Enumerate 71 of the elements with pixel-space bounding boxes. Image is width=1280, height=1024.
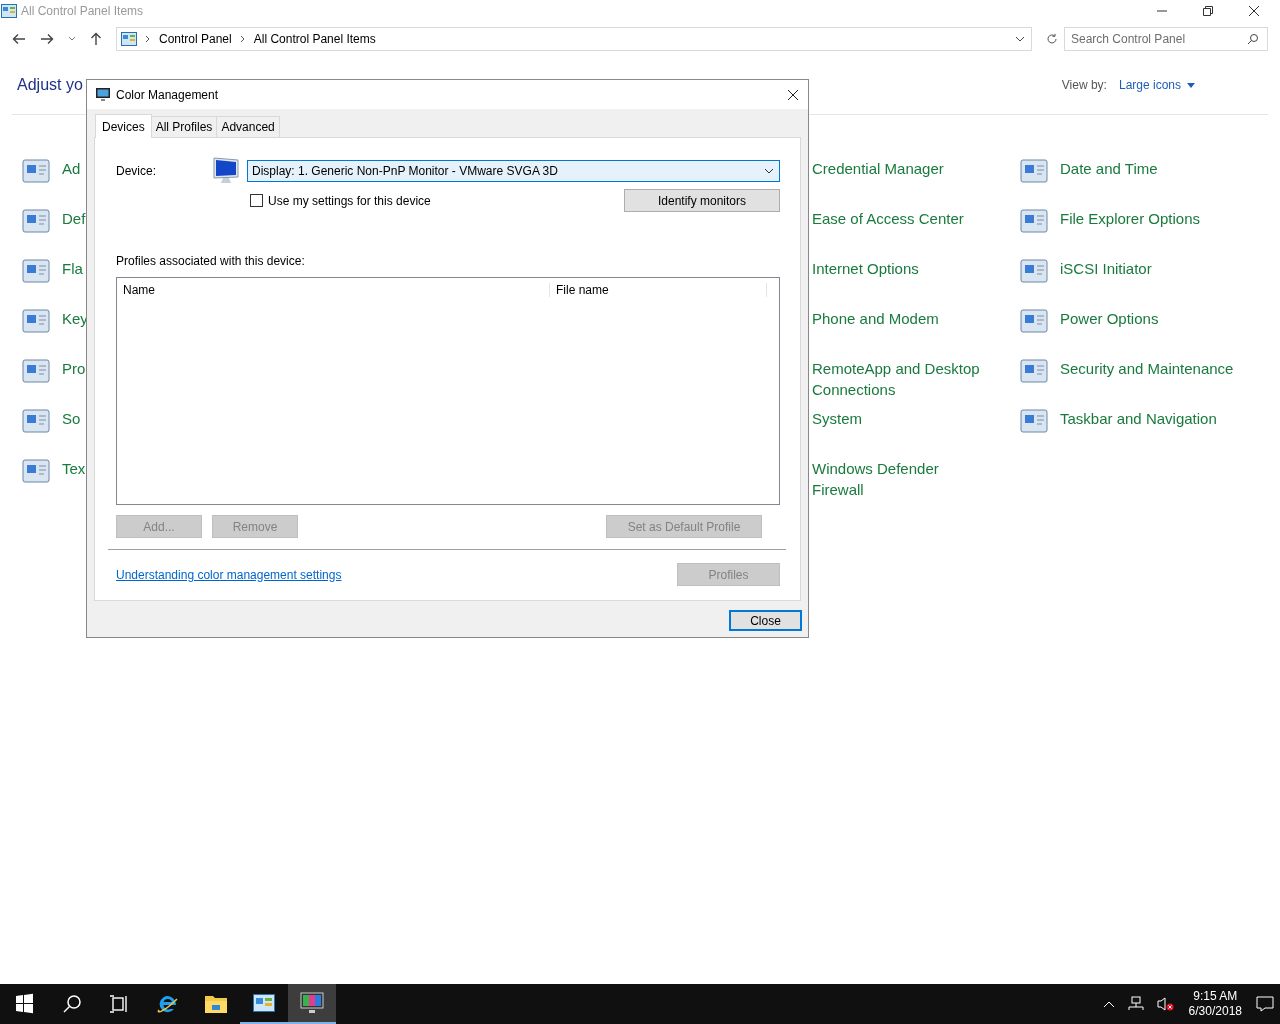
device-label: Device: bbox=[116, 164, 157, 178]
help-link[interactable]: Understanding color management settings bbox=[116, 567, 342, 582]
view-by-dropdown[interactable]: Large icons bbox=[1118, 78, 1181, 92]
applet-link[interactable]: Windows Defender Firewall bbox=[812, 458, 990, 500]
applet-link[interactable]: Def bbox=[62, 208, 86, 229]
applet-link[interactable]: iSCSI Initiator bbox=[1060, 258, 1152, 279]
search-input[interactable]: Search Control Panel bbox=[1065, 31, 1247, 47]
applet-link[interactable]: Credential Manager bbox=[812, 158, 990, 179]
applet-link[interactable]: RemoteApp and Desktop Connections bbox=[812, 358, 990, 400]
monitor-icon bbox=[211, 156, 241, 186]
applet-link[interactable]: Power Options bbox=[1060, 308, 1159, 329]
applet-link[interactable]: Fla bbox=[62, 258, 83, 279]
chevron-down-icon bbox=[764, 168, 774, 174]
applet-link[interactable]: So bbox=[62, 408, 81, 429]
caret-icon[interactable] bbox=[1187, 82, 1195, 88]
applet-link[interactable]: Taskbar and Navigation bbox=[1060, 408, 1217, 429]
chevron-right-icon bbox=[145, 35, 151, 43]
control-panel-icon bbox=[253, 994, 275, 1012]
up-arrow-icon[interactable] bbox=[90, 32, 102, 46]
window-title: All Control Panel Items bbox=[21, 4, 144, 18]
applet-link[interactable]: Date and Time bbox=[1060, 158, 1158, 179]
search-field[interactable]: Search Control Panel bbox=[1064, 27, 1268, 51]
applet-link[interactable]: Key bbox=[62, 308, 88, 329]
identify-monitors-button[interactable]: Identify monitors bbox=[624, 189, 780, 212]
clock-date[interactable]: 6/30/2018 bbox=[1188, 1004, 1242, 1019]
tab[interactable]: Devices bbox=[95, 114, 152, 138]
back-arrow-icon[interactable] bbox=[12, 33, 26, 45]
folder-icon bbox=[204, 993, 228, 1015]
applet-link[interactable]: Ease of Access Center bbox=[812, 208, 990, 229]
restore-icon[interactable] bbox=[1202, 5, 1214, 17]
close-icon[interactable] bbox=[787, 88, 799, 101]
close-icon[interactable] bbox=[1248, 5, 1260, 17]
applet-link[interactable]: Security and Maintenance bbox=[1060, 358, 1234, 379]
dialog-title: Color Management bbox=[116, 87, 219, 102]
column-header[interactable]: File name bbox=[550, 283, 767, 297]
applet-link[interactable]: Internet Options bbox=[812, 258, 990, 279]
breadcrumb[interactable]: All Control Panel Items bbox=[253, 32, 376, 46]
profiles-label: Profiles associated with this device: bbox=[116, 254, 306, 268]
checkbox-label[interactable]: Use my settings for this device bbox=[268, 193, 431, 208]
applet-link[interactable]: Pro bbox=[62, 358, 86, 379]
refresh-icon[interactable] bbox=[1046, 33, 1058, 45]
chevron-up-icon[interactable] bbox=[1102, 1000, 1115, 1008]
applet-link[interactable]: Ad bbox=[62, 158, 81, 179]
control-panel-icon bbox=[1, 4, 17, 18]
monitor-icon bbox=[95, 86, 111, 103]
chevron-down-icon[interactable] bbox=[68, 36, 76, 42]
forward-arrow-icon[interactable] bbox=[40, 33, 54, 45]
taskbar-app[interactable] bbox=[288, 984, 336, 1024]
applet-link[interactable]: File Explorer Options bbox=[1060, 208, 1201, 229]
view-by-label: View by: bbox=[1061, 78, 1107, 92]
notification-icon[interactable] bbox=[1256, 996, 1274, 1012]
tab[interactable]: Advanced bbox=[216, 116, 280, 137]
clock-time[interactable]: 9:15 AM bbox=[1193, 989, 1238, 1004]
applet-link[interactable]: System bbox=[812, 408, 990, 429]
volume-muted-icon[interactable] bbox=[1156, 996, 1175, 1012]
device-dropdown[interactable]: Display: 1. Generic Non-PnP Monitor - VMware SVGA 3D bbox=[247, 160, 780, 182]
checkbox[interactable] bbox=[250, 194, 263, 207]
control-panel-icon bbox=[121, 32, 137, 46]
monitor-icon bbox=[300, 992, 324, 1014]
profile-list[interactable]: Name File name bbox=[116, 277, 780, 505]
column-header[interactable]: Name bbox=[117, 283, 550, 297]
close-button[interactable]: Close bbox=[729, 610, 802, 631]
search-icon bbox=[1247, 33, 1259, 45]
page-heading: Adjust yo bbox=[17, 76, 83, 94]
applet-link[interactable]: Phone and Modem bbox=[812, 308, 990, 329]
network-icon[interactable] bbox=[1126, 996, 1145, 1012]
chevron-right-icon bbox=[239, 35, 246, 43]
chevron-down-icon[interactable] bbox=[1015, 36, 1025, 42]
breadcrumb[interactable]: Control Panel bbox=[159, 32, 232, 46]
applet-link[interactable]: Tex bbox=[62, 458, 86, 479]
address-bar[interactable]: Control Panel All Control Panel Items bbox=[116, 27, 1032, 51]
